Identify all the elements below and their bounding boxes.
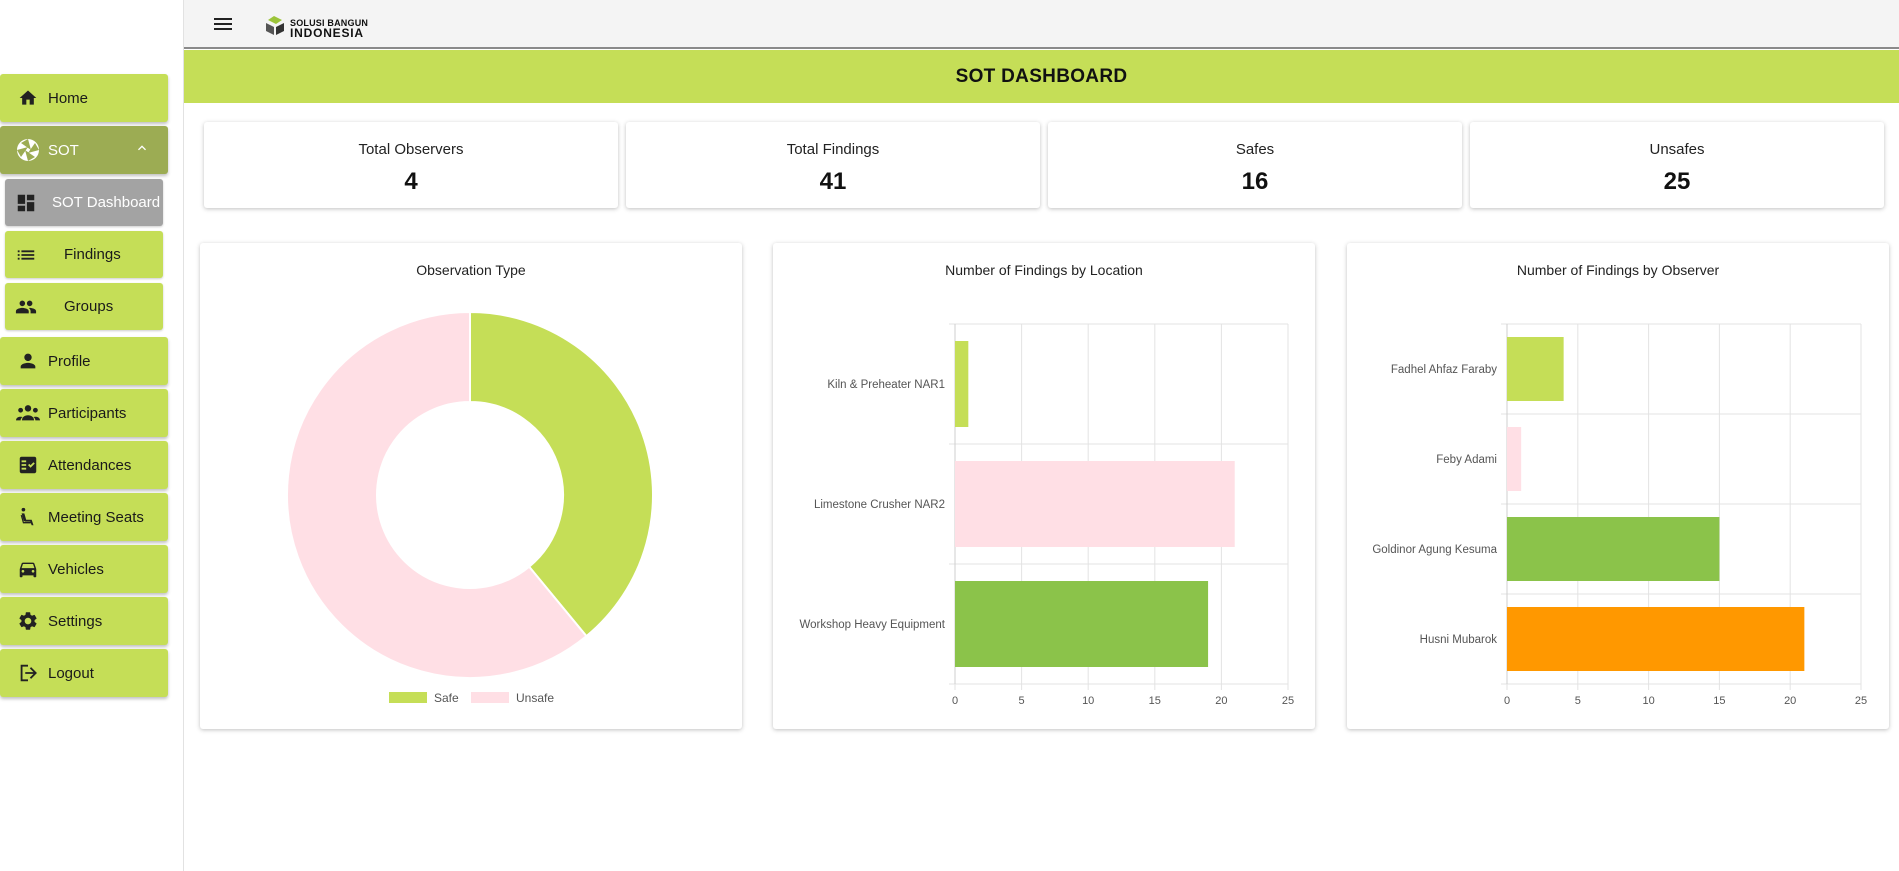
nav-logout[interactable]: Logout (0, 649, 168, 697)
logo-mark-icon (264, 14, 286, 41)
y-tick-label: Kiln & Preheater NAR1 (827, 379, 945, 391)
home-icon (16, 86, 40, 110)
page-header: SOT DASHBOARD (184, 50, 1899, 103)
stat-card-safes: Safes 16 (1048, 122, 1462, 208)
x-tick-label: 10 (1642, 695, 1654, 707)
sub-groups-label: Groups (64, 298, 114, 315)
top-bar: SOLUSI BANGUN INDONESIA (184, 0, 1899, 49)
bar (1507, 517, 1720, 581)
x-tick-label: 20 (1215, 695, 1227, 707)
nav-meeting-seats[interactable]: Meeting Seats (0, 493, 168, 541)
nav-home[interactable]: Home (0, 74, 168, 122)
nav-logout-label: Logout (48, 664, 94, 682)
bar-chart: 0 5 10 15 20 25 Fadhel Ahfaz Faraby Feby Adami G… (1372, 323, 1867, 707)
y-tick-label: Fadhel Ahfaz Faraby (1391, 364, 1497, 376)
nav-sot[interactable]: SOT (0, 126, 168, 174)
donut-chart: Safe Unsafe (286, 310, 654, 705)
nav-vehicles[interactable]: Vehicles (0, 545, 168, 593)
nav-profile[interactable]: Profile (0, 337, 168, 385)
bar (1507, 337, 1564, 401)
bar-chart: 0 5 10 15 20 25 Kiln & Preheater NAR1 Limestone… (799, 323, 1294, 707)
nav-participants[interactable]: Participants (0, 389, 168, 437)
sidebar: Home SOT SOT Dashboard Findings Groups P… (0, 0, 184, 871)
logo-text-bottom: INDONESIA (290, 25, 364, 40)
sot-icon (16, 138, 40, 162)
stat-card-total-findings: Total Findings 41 (626, 122, 1040, 208)
y-tick-label: Limestone Crusher NAR2 (814, 499, 945, 511)
stat-label: Total Findings (786, 141, 880, 158)
x-tick-label: 0 (1504, 695, 1510, 707)
sub-sot-dashboard[interactable]: SOT Dashboard (5, 179, 163, 226)
x-tick-label: 10 (1082, 695, 1094, 707)
sub-groups[interactable]: Groups (5, 283, 163, 330)
car-icon (16, 557, 40, 581)
bar (1507, 607, 1805, 671)
x-tick-label: 5 (1019, 695, 1025, 707)
people-icon (16, 401, 40, 425)
stat-card-unsafes: Unsafes 25 (1470, 122, 1884, 208)
stat-value: 25 (1663, 168, 1691, 195)
stat-label: Safes (1235, 141, 1275, 158)
y-tick-label: Workshop Heavy Equipment (799, 619, 945, 631)
nav-vehicles-label: Vehicles (48, 560, 104, 578)
bar (1507, 427, 1522, 491)
checklist-icon (16, 453, 40, 477)
chevron-up-icon[interactable] (134, 140, 150, 161)
x-tick-label: 25 (1855, 695, 1867, 707)
dashboard-icon (14, 191, 38, 215)
group-icon (14, 295, 38, 319)
x-tick-label: 15 (1149, 695, 1161, 707)
hamburger-menu-icon[interactable] (212, 14, 234, 34)
x-tick-label: 20 (1784, 695, 1796, 707)
chart-card-findings-by-observer: Number of Findings by Observer 0 5 10 15 20 2… (1347, 243, 1889, 729)
nav-settings-label: Settings (48, 612, 103, 630)
bar (955, 461, 1235, 547)
sub-findings[interactable]: Findings (5, 231, 163, 278)
x-tick-label: 25 (1282, 695, 1294, 707)
chart-card-observation-type: Observation Type Safe Unsafe (200, 243, 742, 729)
nav-home-label: Home (48, 89, 89, 107)
legend-label: Unsafe (516, 691, 554, 705)
y-tick-label: Husni Mubarok (1420, 634, 1498, 646)
company-logo: SOLUSI BANGUN INDONESIA (264, 14, 368, 41)
stat-value: 16 (1241, 168, 1269, 195)
list-icon (14, 243, 38, 267)
person-icon (16, 349, 40, 373)
sub-findings-label: Findings (64, 246, 121, 263)
page-title: SOT DASHBOARD (955, 65, 1128, 87)
nav-attendances[interactable]: Attendances (0, 441, 168, 489)
logout-icon (16, 661, 40, 685)
stat-value: 4 (404, 168, 418, 195)
x-tick-label: 0 (952, 695, 958, 707)
nav-participants-label: Participants (48, 404, 127, 422)
nav-settings[interactable]: Settings (0, 597, 168, 645)
legend-swatch (471, 692, 509, 703)
stat-value: 41 (819, 168, 847, 195)
x-tick-label: 5 (1575, 695, 1581, 707)
sub-sot-dashboard-label: SOT Dashboard (52, 194, 161, 211)
bar (955, 341, 969, 427)
stat-label: Unsafes (1649, 141, 1705, 158)
seat-icon (16, 505, 40, 529)
y-tick-label: Goldinor Agung Kesuma (1372, 544, 1497, 556)
gear-icon (16, 609, 40, 633)
nav-meeting-seats-label: Meeting Seats (48, 508, 144, 526)
stat-label: Total Observers (358, 141, 464, 158)
nav-sot-label: SOT (48, 141, 79, 159)
x-tick-label: 15 (1713, 695, 1725, 707)
legend-swatch (389, 692, 427, 703)
bar (955, 581, 1209, 667)
nav-attendances-label: Attendances (48, 456, 132, 474)
y-tick-label: Feby Adami (1436, 454, 1497, 466)
chart-card-findings-by-location: Number of Findings by Location 0 5 10 15 20 2… (773, 243, 1315, 729)
stat-card-total-observers: Total Observers 4 (204, 122, 618, 208)
nav-profile-label: Profile (48, 352, 91, 370)
legend-label: Safe (434, 691, 459, 705)
